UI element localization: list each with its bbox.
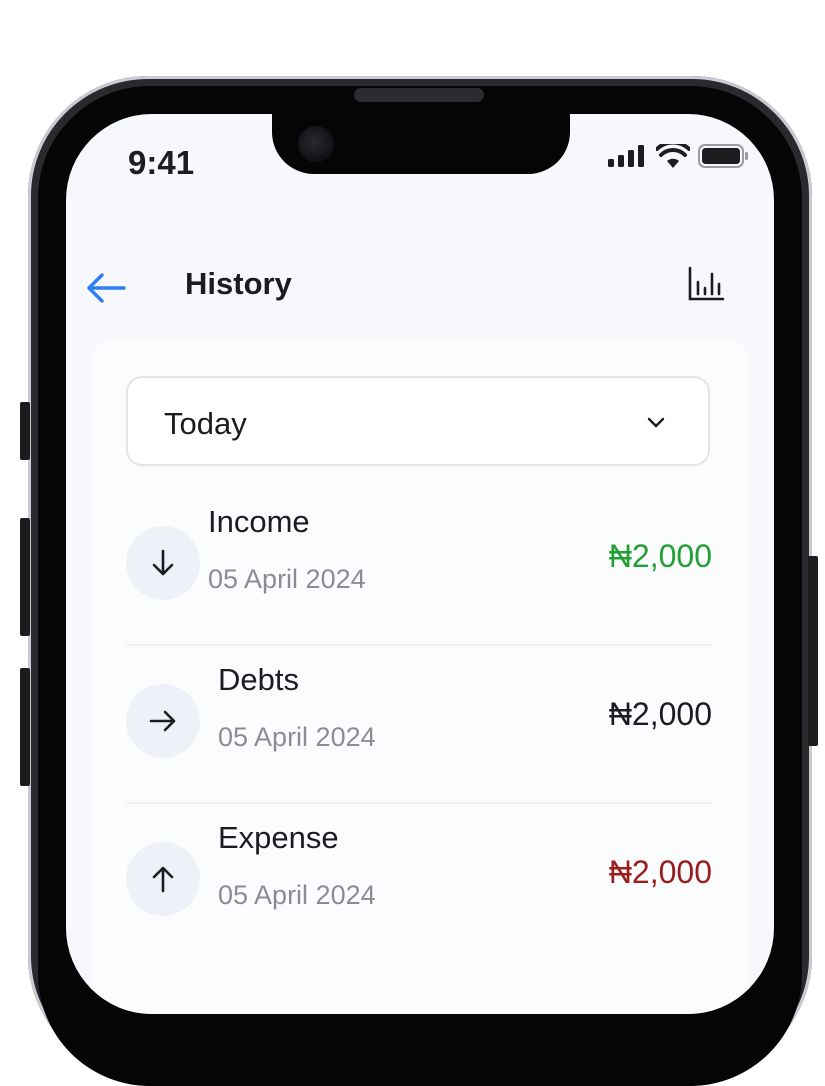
dropdown-selected-value: Today: [164, 406, 247, 441]
naira-symbol: ₦: [608, 854, 632, 890]
naira-symbol: ₦: [608, 696, 632, 732]
speaker-grille: [354, 88, 484, 102]
transaction-date: 05 April 2024: [218, 880, 376, 910]
arrow-up-icon: [126, 842, 200, 916]
page-title: History: [185, 266, 292, 301]
chevron-down-icon: [647, 417, 665, 428]
volume-down-button: [20, 668, 30, 786]
transaction-name: Income: [208, 504, 310, 539]
transaction-amount: ₦2,000: [609, 696, 712, 733]
amount-value: 2,000: [631, 854, 712, 890]
arrow-right-icon: [126, 684, 200, 758]
app-header: History: [66, 258, 774, 318]
transaction-row-income[interactable]: Income 05 April 2024 ₦2,000: [126, 490, 712, 648]
back-arrow-icon[interactable]: [84, 268, 128, 308]
transaction-amount: ₦2,000: [609, 538, 712, 575]
front-camera: [298, 126, 334, 162]
naira-symbol: ₦: [608, 538, 632, 574]
power-button: [808, 556, 818, 746]
transaction-date: 05 April 2024: [208, 564, 366, 594]
transaction-row-debts[interactable]: Debts 05 April 2024 ₦2,000: [126, 648, 712, 806]
bar-chart-icon[interactable]: [686, 264, 726, 304]
divider: [126, 644, 712, 646]
mute-switch: [20, 402, 30, 460]
arrow-down-icon: [126, 526, 200, 600]
transaction-amount: ₦2,000: [609, 854, 712, 891]
transaction-date: 05 April 2024: [218, 722, 376, 752]
cellular-signal-icon: [608, 145, 644, 167]
period-dropdown[interactable]: Today: [126, 376, 710, 466]
divider: [126, 802, 712, 804]
phone-screen: 9:41 History Today Income 05 April 2024 …: [66, 114, 774, 1014]
wifi-icon: [656, 144, 690, 168]
status-icons: [608, 144, 750, 168]
transaction-name: Expense: [218, 820, 339, 855]
amount-value: 2,000: [631, 538, 712, 574]
battery-icon: [698, 144, 748, 168]
transaction-name: Debts: [218, 662, 299, 697]
transaction-row-expense[interactable]: Expense 05 April 2024 ₦2,000: [126, 806, 712, 964]
status-time: 9:41: [128, 144, 195, 181]
history-card: Today Income 05 April 2024 ₦2,000 Debts …: [90, 340, 750, 1014]
amount-value: 2,000: [631, 696, 712, 732]
volume-up-button: [20, 518, 30, 636]
